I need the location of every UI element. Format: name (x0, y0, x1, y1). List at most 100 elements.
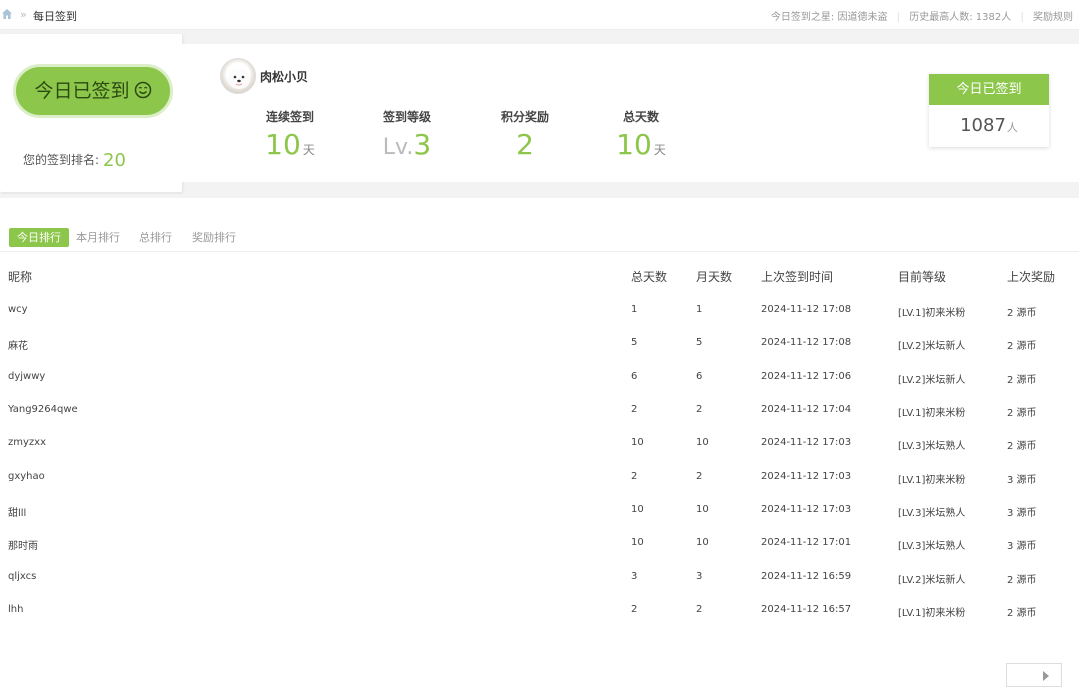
avatar-image (228, 69, 250, 89)
row-level: [LV.1]初来米粉 (898, 408, 966, 419)
row-last-time: 2024-11-12 17:03 (761, 504, 852, 515)
row-month-days: 2 (696, 404, 703, 415)
row-total-days: 2 (631, 404, 638, 415)
table-row: 麻花 5 5 2024-11-12 17:08 [LV.2]米坛新人 2 源币 (0, 337, 1079, 352)
header-last-time: 上次签到时间 (761, 270, 834, 284)
row-month-days: 2 (696, 471, 703, 482)
row-reward: 2 源币 (1007, 308, 1037, 319)
row-last-time: 2024-11-12 17:08 (761, 337, 852, 348)
row-nickname[interactable]: Yang9264qwe (8, 404, 78, 415)
tab-month[interactable]: 本月排行 (68, 228, 128, 247)
stat-value: 10 天 (265, 128, 315, 161)
star-label: 今日签到之星: (770, 12, 835, 23)
row-last-time: 2024-11-12 17:06 (761, 371, 852, 382)
table-row: gxyhao 2 2 2024-11-12 17:03 [LV.1]初来米粉 3… (0, 471, 1079, 486)
table-row: zmyzxx 10 10 2024-11-12 17:03 [LV.3]米坛熟人… (0, 437, 1079, 452)
table-row: wcy 1 1 2024-11-12 17:08 [LV.1]初来米粉 2 源币 (0, 304, 1079, 319)
row-month-days: 10 (696, 437, 709, 448)
breadcrumb-current[interactable]: 每日签到 (33, 8, 77, 24)
stat-label: 连续签到 (265, 110, 314, 124)
avatar[interactable] (220, 58, 256, 94)
row-level: [LV.1]初来米粉 (898, 608, 966, 619)
stat-label: 积分奖励 (500, 110, 549, 124)
row-last-time: 2024-11-12 17:01 (761, 537, 852, 548)
row-total-days: 6 (631, 371, 638, 382)
star-value[interactable]: 因道德未盗 (837, 12, 887, 23)
row-nickname[interactable]: gxyhao (8, 471, 45, 482)
ranking-tabs: 今日排行 本月排行 总排行 奖励排行 (0, 228, 1079, 252)
signed-button[interactable]: 今日已签到 (13, 64, 173, 118)
row-last-time: 2024-11-12 16:57 (761, 604, 852, 615)
tab-today[interactable]: 今日排行 (9, 228, 69, 247)
row-nickname[interactable]: lhh (8, 604, 23, 615)
row-nickname[interactable]: dyjwwy (8, 371, 45, 382)
stat-points: 积分奖励 2 (470, 108, 580, 165)
row-last-time: 2024-11-12 17:08 (761, 304, 852, 315)
row-level: [LV.1]初来米粉 (898, 475, 966, 486)
rank-label: 您的签到排名: (23, 153, 100, 167)
top-bar: » 每日签到 今日签到之星: 因道德未盗 | 历史最高人数: 1382人 | 奖… (0, 0, 1079, 30)
row-level: [LV.3]米坛熟人 (898, 541, 966, 552)
row-reward: 2 源币 (1007, 375, 1037, 386)
signed-button-label: 今日已签到 (34, 80, 130, 102)
row-month-days: 3 (696, 571, 703, 582)
row-nickname[interactable]: qljxcs (8, 571, 36, 582)
sign-card: 今日已签到 您的签到排名: 20 (0, 34, 182, 192)
row-month-days: 10 (696, 504, 709, 515)
rank-line: 您的签到排名: 20 (23, 150, 126, 171)
row-total-days: 2 (631, 471, 638, 482)
stat-label: 签到等级 (382, 110, 431, 124)
row-month-days: 10 (696, 537, 709, 548)
breadcrumb-separator: » (20, 8, 27, 21)
row-nickname[interactable]: 麻花 (8, 337, 28, 352)
row-month-days: 5 (696, 337, 703, 348)
top-info: 今日签到之星: 因道德未盗 | 历史最高人数: 1382人 | 奖励规则 (770, 12, 1073, 23)
row-month-days: 1 (696, 304, 703, 315)
rules-link[interactable]: 奖励规则 (1033, 12, 1073, 23)
today-signed-box: 今日已签到 1087人 (929, 74, 1049, 147)
stat-value: 10 天 (616, 128, 666, 161)
header-month-days: 月天数 (696, 270, 733, 284)
stat-label: 总天数 (622, 110, 659, 124)
row-reward: 2 源币 (1007, 608, 1037, 619)
row-month-days: 6 (696, 371, 703, 382)
table-row: qljxcs 3 3 2024-11-12 16:59 [LV.2]米坛新人 2… (0, 571, 1079, 586)
row-total-days: 10 (631, 437, 644, 448)
table-row: lhh 2 2 2024-11-12 16:57 [LV.1]初来米粉 2 源币 (0, 604, 1079, 619)
today-signed-title: 今日已签到 (929, 74, 1049, 105)
row-total-days: 10 (631, 537, 644, 548)
row-nickname[interactable]: wcy (8, 304, 28, 315)
stat-total-days: 总天数 10 天 (586, 108, 696, 170)
tab-total[interactable]: 总排行 (131, 228, 180, 247)
row-nickname[interactable]: 甜lll (8, 504, 26, 519)
row-level: [LV.3]米坛熟人 (898, 441, 966, 452)
stat-level: 签到等级 Lv.3 (352, 108, 462, 168)
row-total-days: 2 (631, 604, 638, 615)
row-reward: 2 源币 (1007, 575, 1037, 586)
smile-icon (134, 81, 151, 98)
header-reward: 上次奖励 (1007, 270, 1056, 284)
table-row: dyjwwy 6 6 2024-11-12 17:06 [LV.2]米坛新人 2… (0, 371, 1079, 386)
next-page-button[interactable] (1006, 663, 1062, 687)
table-row: 那时雨 10 10 2024-11-12 17:01 [LV.3]米坛熟人 3 … (0, 537, 1079, 552)
row-last-time: 2024-11-12 17:04 (761, 404, 852, 415)
row-reward: 2 源币 (1007, 441, 1037, 452)
stat-value: Lv.3 (382, 128, 432, 161)
home-icon[interactable] (1, 8, 13, 20)
row-level: [LV.2]米坛新人 (898, 341, 966, 352)
history-label: 历史最高人数: (909, 12, 973, 23)
username[interactable]: 肉松小贝 (260, 68, 308, 85)
row-nickname[interactable]: zmyzxx (8, 437, 46, 448)
row-reward: 3 源币 (1007, 508, 1037, 519)
row-total-days: 10 (631, 504, 644, 515)
chevron-right-icon (1043, 671, 1049, 681)
tab-reward[interactable]: 奖励排行 (184, 228, 244, 247)
row-level: [LV.2]米坛新人 (898, 575, 966, 586)
row-level: [LV.1]初来米粉 (898, 308, 966, 319)
row-last-time: 2024-11-12 17:03 (761, 471, 852, 482)
table-row: Yang9264qwe 2 2 2024-11-12 17:04 [LV.1]初… (0, 404, 1079, 419)
stat-consecutive: 连续签到 10 天 (235, 108, 345, 170)
rank-value: 20 (103, 150, 126, 171)
row-nickname[interactable]: 那时雨 (8, 537, 38, 552)
row-total-days: 1 (631, 304, 638, 315)
